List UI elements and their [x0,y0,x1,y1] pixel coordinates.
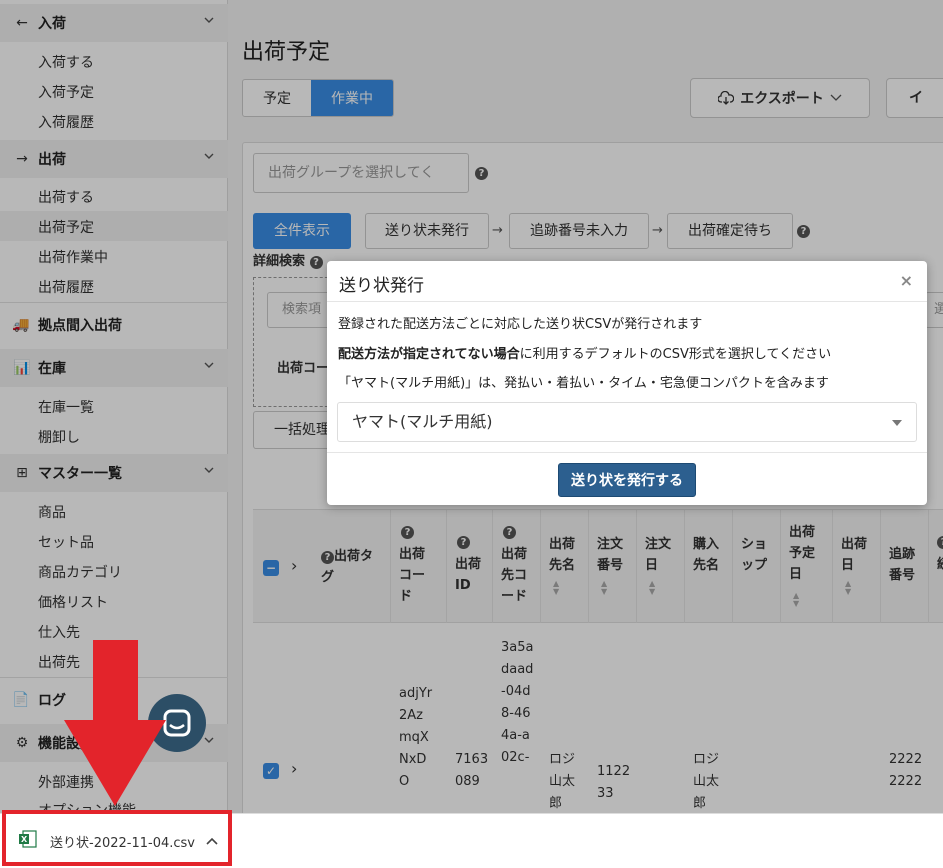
csv-format-select[interactable]: ヤマト(マルチ用紙) [337,402,917,442]
caret-down-icon [892,420,902,426]
csv-format-value: ヤマト(マルチ用紙) [352,412,493,431]
divider [327,452,927,453]
svg-text:X: X [21,835,28,844]
modal-default-note: 配送方法が指定されてない場合に利用するデフォルトのCSV形式を選択してください [338,343,831,362]
modal-title: 送り状発行 [339,276,424,296]
issue-label-button[interactable]: 送り状を発行する [558,463,696,497]
modal-description: 登録された配送方法ごとに対応した送り状CSVが発行されます [338,317,703,332]
excel-file-icon: X [19,830,37,848]
close-icon[interactable]: × [900,271,913,290]
modal-default-note-rest: に利用するデフォルトのCSV形式を選択してください [519,347,832,362]
modal-yamato-note: 「ヤマト(マルチ用紙)」は、発払い・着払い・タイム・宅急便コンパクトを含みます [338,376,829,391]
download-filename: 送り状-2022-11-04.csv [50,836,195,851]
issue-label-modal: 送り状発行 × 登録された配送方法ごとに対応した送り状CSVが発行されます 配送… [327,261,927,505]
red-arrow-annotation [64,640,166,806]
chevron-up-icon[interactable] [206,836,218,846]
modal-default-note-bold: 配送方法が指定されてない場合 [338,347,520,362]
divider [327,301,927,302]
